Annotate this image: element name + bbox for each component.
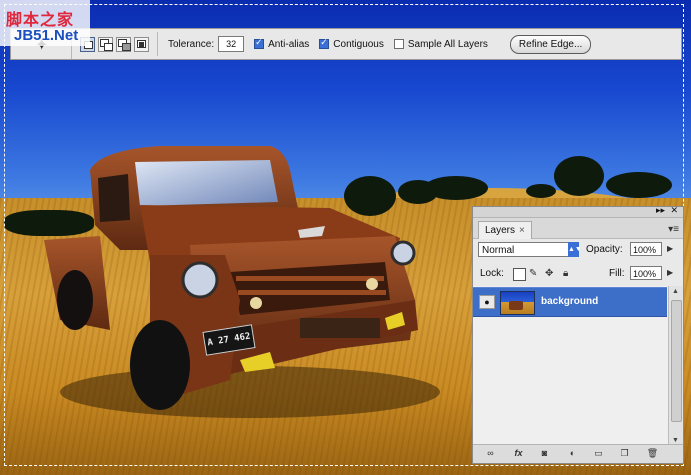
panel-tab-row: Layers × ▾≡ <box>473 218 683 239</box>
tab-layers[interactable]: Layers × <box>478 221 532 239</box>
tab-close-icon[interactable]: × <box>519 225 525 236</box>
license-plate-text: A 27 462 <box>206 331 252 349</box>
opacity-slider-arrow-icon[interactable]: ▶ <box>667 244 673 253</box>
lock-position-move-icon[interactable]: ✥ <box>545 268 556 279</box>
contiguous-option[interactable]: Contiguous <box>319 37 384 50</box>
lock-fill-row: Lock: ✎ ✥ 🔒︎ Fill: 100% ▶ <box>473 263 683 285</box>
site-watermark: 脚本之家 JB51.Net <box>0 0 90 46</box>
layer-style-fx-icon[interactable]: fx <box>511 447 526 460</box>
lock-all-icon[interactable]: 🔒︎ <box>563 268 574 279</box>
add-to-selection-button[interactable] <box>98 36 113 52</box>
fill-slider-arrow-icon[interactable]: ▶ <box>667 268 673 277</box>
close-icon[interactable]: ✕ <box>670 205 678 216</box>
layer-name[interactable]: background <box>541 296 598 307</box>
layers-panel-footer: ∞ fx ◙ ◐ ▭ ❐ 🗑︎ <box>473 444 683 463</box>
layers-scrollbar[interactable]: ▲ ▼ <box>668 286 683 446</box>
tolerance-label: Tolerance: <box>168 38 215 50</box>
intersect-selection-button[interactable] <box>134 36 149 52</box>
new-adjustment-layer-icon[interactable]: ◐ <box>565 447 580 460</box>
anti-alias-option[interactable]: Anti-alias <box>254 37 310 50</box>
anti-alias-checkbox[interactable] <box>254 37 265 49</box>
layers-panel: ▸▸ ✕ Layers × ▾≡ Normal ▲▼ Opacity: 100% … <box>472 205 684 464</box>
visibility-eye-icon[interactable]: ● <box>479 295 495 309</box>
scrollbar-thumb[interactable] <box>671 300 682 422</box>
lock-transparent-icon[interactable] <box>513 268 526 281</box>
refine-edge-button[interactable]: Refine Edge... <box>509 34 592 54</box>
scroll-up-icon[interactable]: ▲ <box>672 288 679 295</box>
sample-all-layers-option[interactable]: Sample All Layers <box>393 38 488 50</box>
scroll-down-icon[interactable]: ▼ <box>672 437 679 444</box>
panel-menu-icon[interactable]: ▾≡ <box>668 224 679 235</box>
add-layer-mask-icon[interactable]: ◙ <box>537 447 552 460</box>
watermark-site: JB51.Net <box>14 27 79 44</box>
opacity-label: Opacity: <box>586 244 623 255</box>
blend-mode-select[interactable]: Normal ▲▼ <box>478 242 582 257</box>
collapse-icon[interactable]: ▸▸ <box>656 205 665 216</box>
new-group-folder-icon[interactable]: ▭ <box>591 447 606 460</box>
blend-opacity-row: Normal ▲▼ Opacity: 100% ▶ <box>473 239 683 261</box>
chevron-updown-icon: ▲▼ <box>568 242 582 257</box>
panel-title-bar[interactable]: ▸▸ ✕ <box>473 205 683 218</box>
subtract-from-selection-button[interactable] <box>116 36 131 52</box>
tool-options-bar: ✦ Tolerance: 32 Anti-alias Contiguous Sa… <box>10 28 682 60</box>
tolerance-input[interactable]: 32 <box>218 36 245 52</box>
fill-input[interactable]: 100% <box>630 266 662 280</box>
new-layer-icon[interactable]: ❐ <box>617 447 632 460</box>
layer-row-background[interactable]: ● background <box>473 287 667 317</box>
contiguous-label: Contiguous <box>333 38 384 50</box>
layer-thumbnail <box>500 291 535 315</box>
lock-label: Lock: <box>480 268 504 279</box>
sample-all-layers-checkbox[interactable] <box>393 39 404 49</box>
anti-alias-label: Anti-alias <box>268 38 310 50</box>
tab-layers-label: Layers <box>485 225 516 236</box>
opacity-input[interactable]: 100% <box>630 242 662 256</box>
link-layers-icon[interactable]: ∞ <box>483 447 498 460</box>
contiguous-checkbox[interactable] <box>319 37 330 49</box>
delete-layer-trash-icon[interactable]: 🗑︎ <box>645 447 660 460</box>
sample-all-layers-label: Sample All Layers <box>407 38 488 50</box>
blend-mode-value: Normal <box>482 245 515 256</box>
lock-image-brush-icon[interactable]: ✎ <box>529 268 540 279</box>
fill-label: Fill: <box>609 268 625 279</box>
tolerance-control: Tolerance: 32 <box>168 36 245 52</box>
